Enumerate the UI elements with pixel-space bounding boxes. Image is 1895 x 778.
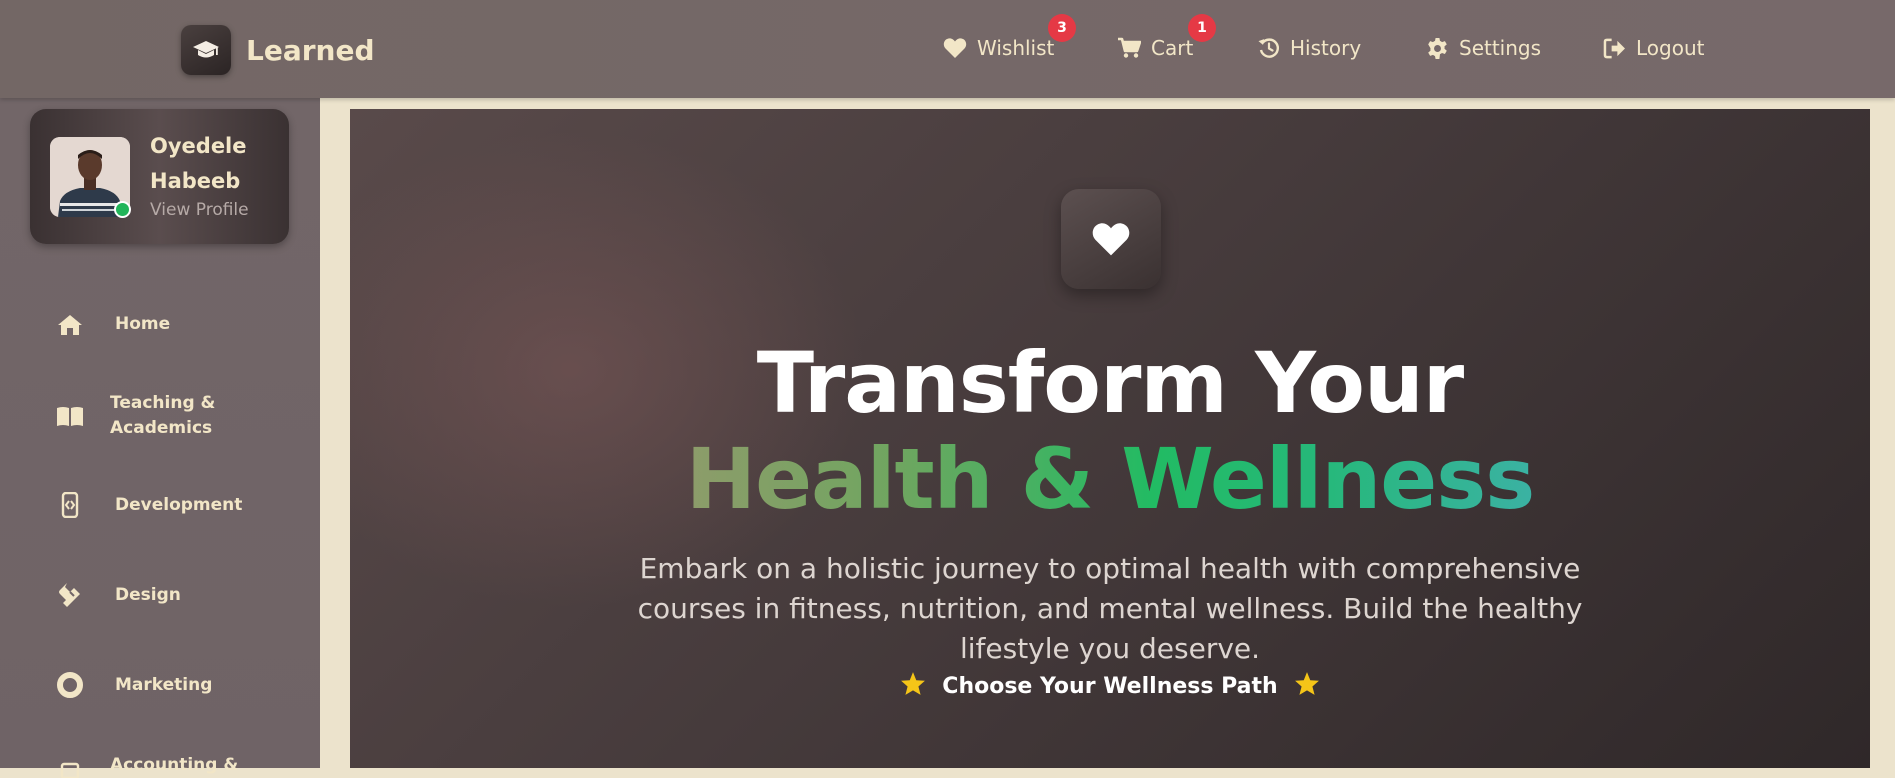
book-icon <box>55 405 85 427</box>
hero-title-highlight: Health & Wellness <box>350 431 1870 527</box>
nav-history-label: History <box>1290 36 1362 60</box>
nav-settings[interactable]: Settings <box>1426 36 1541 60</box>
sidebar-item-development[interactable]: Development <box>55 492 242 518</box>
sidebar: Oyedele Habeeb View Profile Home Teachin… <box>0 98 320 778</box>
profile-last-name: Habeeb <box>150 169 241 193</box>
hero-section: Transform Your Health & Wellness Embark … <box>350 109 1870 768</box>
sidebar-item-label: Marketing <box>115 674 213 695</box>
nav-settings-label: Settings <box>1459 36 1542 60</box>
sidebar-item-label: Teaching & Academics <box>110 393 216 438</box>
sidebar-item-design[interactable]: Design <box>55 582 181 608</box>
profile-first-name: Oyedele <box>150 134 247 158</box>
hero-subtitle: Embark on a holistic journey to optimal … <box>637 552 1583 665</box>
online-status-indicator <box>114 201 131 218</box>
nav-wishlist[interactable]: Wishlist 3 <box>943 14 1076 60</box>
app-name: Learned <box>246 33 375 67</box>
nav-cart[interactable]: Cart 1 <box>1117 14 1216 60</box>
sidebar-item-label: Accounting & <box>110 754 239 775</box>
sidebar-item-accounting[interactable]: Accounting & <box>55 752 238 778</box>
code-file-icon <box>55 492 85 518</box>
design-icon <box>55 582 85 608</box>
hero-title-highlight-text: Health & Wellness <box>685 430 1535 528</box>
profile-name: Oyedele Habeeb <box>150 129 280 199</box>
calculator-icon <box>55 752 85 778</box>
top-navbar: Learned Wishlist 3 Cart 1 History Settin… <box>0 0 1895 98</box>
wishlist-count-badge: 3 <box>1048 14 1076 42</box>
star-icon <box>1294 671 1320 702</box>
home-icon <box>55 314 85 336</box>
view-profile-link[interactable]: View Profile <box>150 200 249 220</box>
gear-icon <box>1428 37 1447 59</box>
graduation-cap-icon <box>181 25 231 75</box>
nav-cart-label: Cart <box>1151 36 1194 60</box>
history-icon <box>1258 38 1279 58</box>
nav-logout-label: Logout <box>1636 36 1705 60</box>
logout-icon <box>1603 38 1625 58</box>
circle-icon <box>55 672 85 698</box>
sidebar-item-marketing[interactable]: Marketing <box>55 672 212 698</box>
brand[interactable]: Learned <box>181 25 375 75</box>
sidebar-item-label: Design <box>115 584 181 605</box>
nav-history[interactable]: History <box>1258 36 1361 60</box>
hero-cta: Choose Your Wellness Path <box>350 671 1870 702</box>
sidebar-item-label: Development <box>115 494 243 515</box>
star-icon <box>900 671 926 702</box>
heart-icon <box>1061 189 1161 289</box>
heart-icon <box>943 38 967 58</box>
nav-wishlist-label: Wishlist <box>977 36 1055 60</box>
sidebar-item-home[interactable]: Home <box>55 312 170 337</box>
hero-cta-text: Choose Your Wellness Path <box>942 674 1278 699</box>
hero-title: Transform Your <box>756 334 1464 432</box>
sidebar-item-label: Home <box>115 314 171 334</box>
cart-icon <box>1118 37 1141 58</box>
cart-count-badge: 1 <box>1188 14 1216 42</box>
profile-card[interactable]: Oyedele Habeeb View Profile <box>30 109 289 244</box>
nav-logout[interactable]: Logout <box>1603 36 1704 60</box>
sidebar-item-teaching[interactable]: Teaching & Academics <box>55 391 220 441</box>
